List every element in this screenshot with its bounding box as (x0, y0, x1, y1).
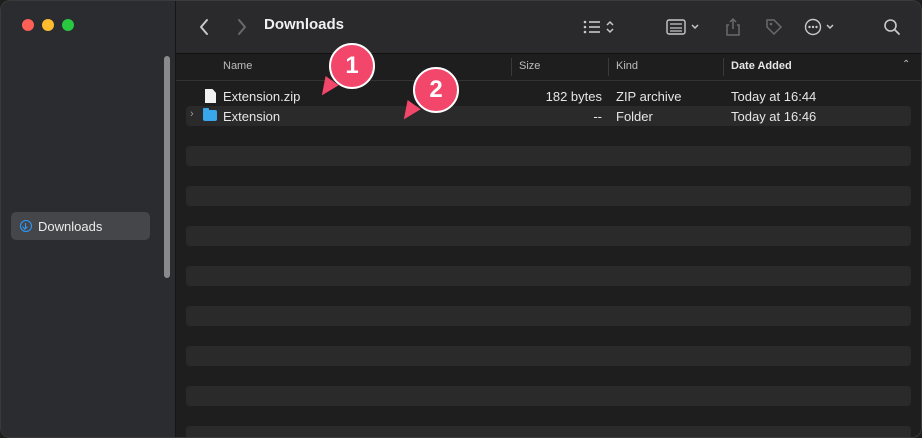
back-button[interactable] (192, 13, 216, 41)
file-date-added: Today at 16:44 (731, 89, 817, 104)
grid-view-icon (666, 19, 699, 35)
more-actions-button[interactable] (802, 13, 842, 41)
file-kind: ZIP archive (616, 89, 682, 104)
download-circle-icon (20, 220, 32, 232)
window-controls (22, 19, 74, 31)
empty-row (186, 346, 911, 366)
column-header: Name Size Kind Date Added ⌃ (176, 54, 921, 81)
zoom-button[interactable] (62, 19, 74, 31)
file-kind: Folder (616, 109, 653, 124)
tag-button[interactable] (761, 13, 787, 41)
file-name: Extension (223, 109, 281, 124)
table-row[interactable]: › Extension -- Folder Today at 16:46 (186, 106, 911, 126)
window-title: Downloads (264, 16, 345, 33)
sidebar-scrollbar[interactable] (164, 56, 170, 278)
file-name: Extension.zip (223, 89, 301, 104)
file-size: 182 bytes (545, 89, 602, 104)
callout-badge-2: 2 (413, 67, 459, 113)
toolbar: Downloads (176, 1, 921, 54)
callout-number: 2 (429, 76, 443, 103)
callout-badge-1: 1 (329, 43, 375, 89)
share-icon (726, 17, 740, 36)
empty-row (186, 186, 911, 206)
empty-row (186, 306, 911, 326)
search-button[interactable] (879, 13, 905, 41)
group-button[interactable] (663, 13, 707, 41)
column-divider[interactable] (511, 58, 512, 76)
table-row[interactable]: Extension.zip 182 bytes ZIP archive Toda… (186, 86, 911, 106)
view-options-button[interactable] (581, 13, 623, 41)
column-date-added[interactable]: Date Added (731, 60, 792, 72)
minimize-button[interactable] (42, 19, 54, 31)
empty-row (186, 386, 911, 406)
column-size[interactable]: Size (519, 60, 540, 72)
search-icon (884, 19, 900, 35)
sidebar-item-downloads[interactable]: Downloads (11, 212, 150, 240)
tag-icon (766, 19, 783, 36)
empty-row (186, 226, 911, 246)
callout-number: 1 (345, 52, 359, 79)
empty-row (186, 266, 911, 286)
chevron-left-icon (200, 19, 208, 35)
document-icon (205, 89, 216, 103)
file-date-added: Today at 16:46 (731, 109, 817, 124)
column-divider[interactable] (723, 58, 724, 76)
sort-chevron-icon: ⌃ (902, 59, 911, 70)
sidebar: Downloads (1, 1, 176, 437)
list-view-icon (583, 20, 614, 34)
empty-row (186, 426, 911, 437)
ellipsis-circle-icon (804, 18, 834, 36)
share-button[interactable] (721, 13, 745, 41)
column-name[interactable]: Name (223, 60, 252, 72)
file-size: -- (593, 109, 602, 124)
folder-icon (203, 108, 217, 121)
chevron-right-icon (238, 19, 246, 35)
close-button[interactable] (22, 19, 34, 31)
forward-button[interactable] (230, 13, 254, 41)
column-kind[interactable]: Kind (616, 60, 638, 72)
finder-window: Downloads Downloads Name Size Kind Date … (0, 0, 922, 438)
empty-row (186, 146, 911, 166)
sidebar-item-label: Downloads (38, 218, 103, 234)
column-divider[interactable] (608, 58, 609, 76)
disclosure-triangle-icon[interactable]: › (190, 108, 194, 120)
